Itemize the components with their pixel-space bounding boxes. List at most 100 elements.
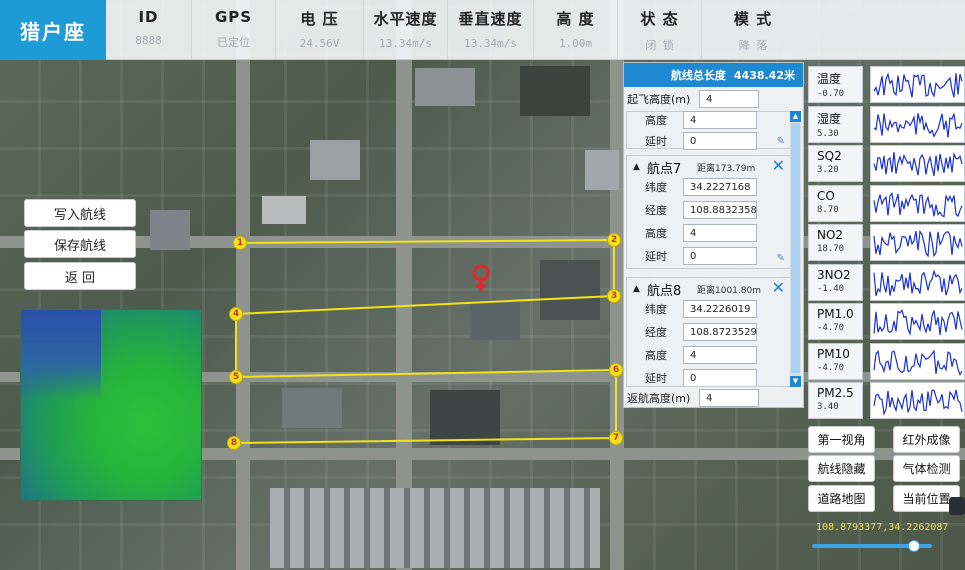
return-height-label: 返航高度(m) — [627, 392, 691, 405]
sensor-waveform-line — [873, 348, 963, 376]
hide-route-button[interactable]: 航线隐藏 — [808, 455, 875, 482]
waypoint-marker-4[interactable]: 4 — [229, 307, 243, 321]
sensor-waveform — [873, 348, 963, 376]
sensor-waveform-chart — [870, 342, 965, 380]
sensor-waveform-line — [873, 151, 963, 177]
waypoint-height-input[interactable]: 4 — [683, 111, 757, 129]
sensor-waveform-chart — [870, 66, 965, 103]
collapse-icon[interactable]: ▲ — [633, 162, 640, 172]
takeoff-height-input[interactable]: 4 — [699, 90, 759, 108]
waypoint-lng-label: 经度 — [645, 204, 667, 217]
sensor-name: 3NO2 — [817, 267, 851, 282]
location-pin-icon[interactable] — [470, 264, 492, 294]
waypoint-lng-row: 经度 108.8723529 — [645, 323, 757, 341]
stat-value: 13.34m/s — [464, 37, 517, 50]
road-map-button[interactable]: 道路地图 — [808, 485, 875, 512]
close-icon[interactable]: ✕ — [772, 156, 785, 175]
waypoint-marker-label: 7 — [609, 431, 623, 445]
waypoint-height-row: 高度 4 — [645, 224, 757, 242]
waypoint-marker-label: 5 — [229, 370, 243, 384]
route-total-length-value: 4438.42米 — [733, 69, 795, 82]
sensor-value: -4.70 — [817, 323, 845, 333]
scroll-thumb[interactable] — [791, 123, 800, 373]
scroll-down-icon[interactable]: ▼ — [790, 376, 801, 387]
back-button[interactable]: 返 回 — [24, 262, 136, 290]
stat-status: 状 态 闭 锁 — [618, 0, 702, 60]
return-height-row: 返航高度(m) 4 — [627, 389, 759, 407]
panel-grip-handle[interactable] — [949, 497, 965, 515]
sensor-row: CO 8.70 — [808, 184, 965, 222]
sensor-value: 3.40 — [817, 402, 839, 412]
waypoint-delay-input[interactable]: 0 — [683, 247, 757, 265]
stat-label: 模 式 — [733, 10, 773, 28]
waypoint-height-input[interactable]: 4 — [683, 346, 757, 364]
waypoint-lat-label: 纬度 — [645, 181, 667, 194]
waypoint-delay-row: 延时 0 — [645, 132, 757, 150]
waypoint-marker-8[interactable]: 8 — [227, 436, 241, 450]
waypoint-lng-label: 经度 — [645, 326, 667, 339]
waypoint-lng-row: 经度 108.8832358 — [645, 201, 757, 219]
waypoint-marker-7[interactable]: 7 — [609, 431, 623, 445]
sensor-name: SQ2 — [817, 149, 842, 163]
scroll-up-icon[interactable]: ▲ — [790, 111, 801, 122]
waypoint-delay-input[interactable]: 0 — [683, 132, 757, 150]
waypoint-marker-6[interactable]: 6 — [609, 363, 623, 377]
waypoint-lat-label: 纬度 — [645, 303, 667, 316]
sensor-row: 温度 -0.70 — [808, 66, 965, 103]
waypoint-delay-input[interactable]: 0 — [683, 369, 757, 386]
sensor-row: SQ2 3.20 — [808, 145, 965, 182]
sensor-row: 湿度 5.30 — [808, 105, 965, 143]
sensor-waveform-line — [873, 112, 963, 138]
collapse-icon[interactable]: ▲ — [633, 284, 640, 294]
sensor-waveform-chart — [870, 145, 965, 182]
sensor-name: 湿度 — [817, 111, 842, 126]
zoom-slider[interactable] — [812, 540, 932, 552]
waypoint-card-7: ▲ 航点7 距离173.79m ✕ 纬度 34.2227168 经度 108.8… — [626, 155, 792, 269]
waypoint-title: 航点7 — [647, 162, 682, 177]
infrared-imaging-button[interactable]: 红外成像 — [893, 426, 960, 453]
waypoint-marker-label: 4 — [229, 307, 243, 321]
sensor-name: NO2 — [817, 228, 844, 242]
sensor-waveform — [873, 389, 963, 416]
waypoint-lat-input[interactable]: 34.2227168 — [683, 178, 757, 196]
route-scrollbar[interactable]: ▲ ▼ — [790, 111, 801, 387]
sensor-waveform-chart — [870, 184, 965, 222]
stat-label: 高 度 — [556, 10, 595, 28]
gas-detection-button[interactable]: 气体检测 — [893, 455, 960, 482]
waypoint-lat-input[interactable]: 34.2226019 — [683, 300, 757, 318]
first-person-view-button[interactable]: 第一视角 — [808, 426, 875, 453]
return-height-input[interactable]: 4 — [699, 389, 759, 407]
close-icon[interactable]: ✕ — [772, 278, 785, 297]
waypoint-distance: 距离173.79m — [697, 164, 756, 174]
write-route-button[interactable]: 写入航线 — [24, 199, 136, 227]
sensor-row: PM2.5 3.40 — [808, 382, 965, 419]
waypoint-marker-2[interactable]: 2 — [607, 233, 621, 247]
sensor-waveform-line — [873, 389, 963, 416]
edit-icon[interactable]: ✎ — [777, 136, 785, 147]
waypoint-height-row: 高度 4 — [645, 111, 757, 129]
sensor-name: 温度 — [817, 72, 842, 86]
waypoint-marker-3[interactable]: 3 — [607, 289, 621, 303]
waypoint-card-8: ▲ 航点8 距离1001.80m ✕ 纬度 34.2226019 经度 108.… — [626, 277, 792, 387]
zoom-slider-knob[interactable] — [908, 540, 920, 552]
sensor-name: PM1.0 — [817, 307, 854, 321]
route-line — [233, 238, 617, 444]
sensor-waveform-chart — [870, 303, 965, 340]
waypoint-height-input[interactable]: 4 — [683, 224, 757, 242]
sensor-label: 3NO2 -1.40 — [808, 263, 863, 301]
sensor-waveform-line — [873, 72, 963, 98]
waypoint-delay-label: 延时 — [645, 372, 667, 385]
sensor-waveform — [873, 191, 963, 218]
sensor-name: PM2.5 — [817, 386, 854, 400]
takeoff-height-label: 起飞高度(m) — [627, 93, 691, 106]
save-route-button[interactable]: 保存航线 — [24, 230, 136, 258]
waypoint-marker-5[interactable]: 5 — [229, 370, 243, 384]
stat-voltage: 电 压 24.56V — [276, 0, 364, 60]
edit-icon[interactable]: ✎ — [777, 253, 785, 264]
waypoint-lng-input[interactable]: 108.8832358 — [683, 201, 757, 219]
waypoint-marker-1[interactable]: 1 — [233, 236, 247, 250]
waypoint-lat-row: 纬度 34.2226019 — [645, 300, 757, 318]
stat-id: ID 8888 — [106, 0, 192, 60]
waypoint-lng-input[interactable]: 108.8723529 — [683, 323, 757, 341]
waypoint-marker-label: 8 — [227, 436, 241, 450]
